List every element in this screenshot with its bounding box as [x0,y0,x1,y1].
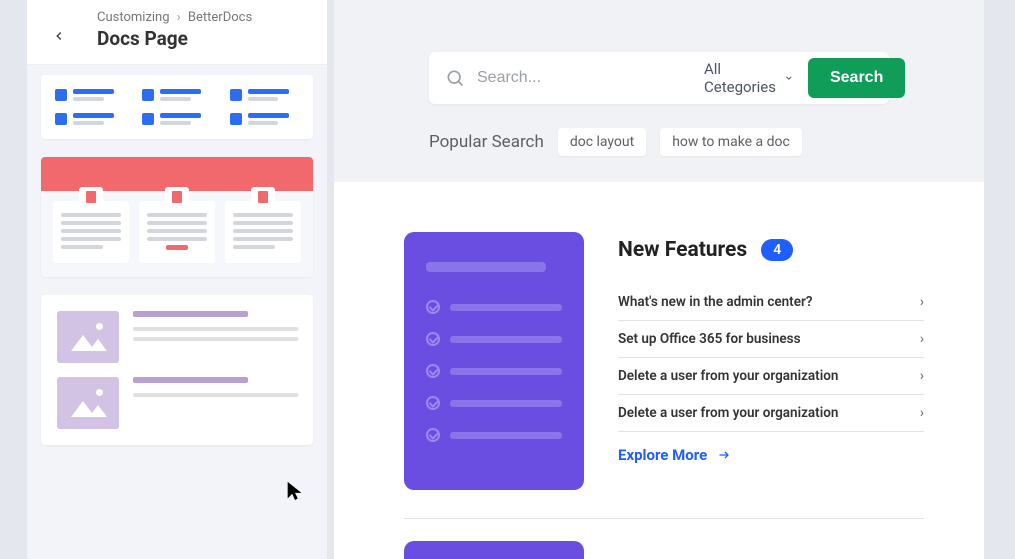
document-icon [258,191,268,203]
preview-pane: All Cetegories Search Popular Search doc… [334,0,984,559]
arrow-right-icon [715,449,733,461]
chevron-right-icon: › [920,331,924,347]
page-title: Docs Page [97,27,311,50]
document-icon [86,191,96,203]
arrow-right-icon: › [296,390,299,401]
doc-link[interactable]: Delete a user from your organization › [618,358,924,395]
search-button[interactable]: Search [808,58,905,98]
layout-option-list[interactable]: › › › [41,295,313,445]
chevron-right-icon: › [920,294,924,310]
chevron-down-icon [784,72,794,84]
popular-term[interactable]: doc layout [558,128,646,156]
layout-option-grid[interactable] [41,75,313,139]
chevron-right-icon: › [920,405,924,421]
categories-label: All Cetegories [704,60,778,96]
sidebar-header: Customizing › BetterDocs Docs Page [27,0,327,65]
explore-more-link[interactable]: Explore More [618,446,924,464]
check-icon [426,428,440,442]
chevron-right-icon: › [920,368,924,384]
image-icon [69,389,107,417]
breadcrumb: Customizing › BetterDocs [97,10,311,25]
categories-dropdown[interactable]: All Cetegories [704,60,800,96]
category-details: New Features 4 What's new in the admin c… [618,232,924,464]
doc-link-label: What's new in the admin center? [618,294,812,310]
popular-term[interactable]: how to make a doc [660,128,802,156]
check-icon [426,300,440,314]
doc-link[interactable]: Delete a user from your organization › [618,395,924,432]
explore-more-label: Explore More [618,446,707,464]
check-icon [426,364,440,378]
document-icon [172,191,182,203]
doc-link-label: Delete a user from your organization [618,368,838,384]
divider [404,518,924,519]
breadcrumb-item[interactable]: BetterDocs [188,10,252,25]
doc-link-label: Set up Office 365 for business [618,331,801,347]
check-icon [426,332,440,346]
doc-link[interactable]: What's new in the admin center? › [618,284,924,321]
category-card[interactable] [404,541,584,559]
layout-options: › › › [27,65,327,445]
popular-search-label: Popular Search [429,132,544,152]
image-icon [69,323,107,351]
category-title: New Features [618,238,747,262]
doc-link[interactable]: Set up Office 365 for business › [618,321,924,358]
category-row: New Features 4 What's new in the admin c… [404,232,924,490]
breadcrumb-item[interactable]: Customizing [97,10,170,25]
search-icon [445,68,465,88]
check-icon [426,396,440,410]
docs-content: New Features 4 What's new in the admin c… [334,182,984,559]
arrow-right-icon: › [296,334,299,345]
chevron-left-icon [52,29,66,43]
search-input[interactable] [477,69,684,87]
search-bar: All Cetegories Search [429,52,889,104]
popular-search-row: Popular Search doc layout how to make a … [429,128,889,156]
customizer-sidebar: Customizing › BetterDocs Docs Page [27,0,327,559]
layout-option-columns[interactable] [41,157,313,277]
category-card[interactable] [404,232,584,490]
category-count-badge: 4 [761,239,793,261]
doc-link-label: Delete a user from your organization [618,405,838,421]
back-button[interactable] [45,22,73,50]
chevron-right-icon: › [177,10,181,25]
